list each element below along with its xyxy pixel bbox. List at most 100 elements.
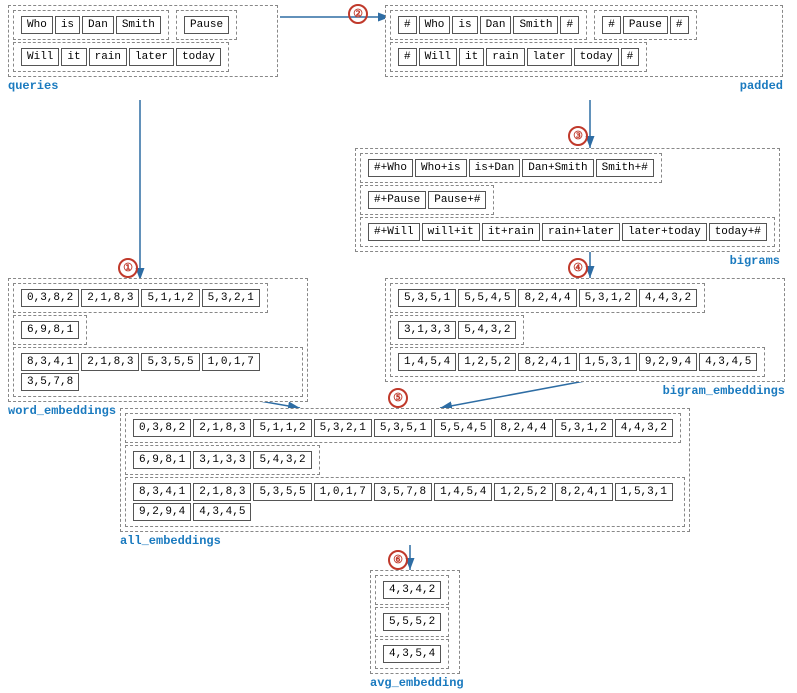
all-embeddings-label: all_embeddings xyxy=(120,534,690,548)
step-3: ③ xyxy=(568,126,588,146)
ae1-token-9: 4,4,3,2 xyxy=(615,419,673,437)
we1-token-3: 5,1,1,2 xyxy=(141,289,199,307)
ae1-token-5: 5,3,5,1 xyxy=(374,419,432,437)
b3-token-4: rain+later xyxy=(542,223,620,241)
p1-token-5: Smith xyxy=(513,16,558,34)
we2-token-1: 6,9,8,1 xyxy=(21,321,79,339)
be3-token-6: 4,3,4,5 xyxy=(699,353,757,371)
we3-token-5: 3,5,7,8 xyxy=(21,373,79,391)
ae1-token-8: 5,3,1,2 xyxy=(555,419,613,437)
we1-token-4: 5,3,2,1 xyxy=(202,289,260,307)
q3-token-1: Will xyxy=(21,48,59,66)
padded-section: # Who is Dan Smith # # Pause # # Will it… xyxy=(385,5,783,93)
b3-token-2: will+it xyxy=(422,223,480,241)
b2-token-2: Pause+# xyxy=(428,191,486,209)
queries-label: queries xyxy=(8,79,278,93)
q2-token-1: Pause xyxy=(184,16,229,34)
step-6: ⑥ xyxy=(388,550,408,570)
ae3-token-8: 8,2,4,1 xyxy=(555,483,613,501)
q1-token-2: is xyxy=(55,16,80,34)
we1-token-2: 2,1,8,3 xyxy=(81,289,139,307)
ae2-token-1: 6,9,8,1 xyxy=(133,451,191,469)
be3-token-5: 9,2,9,4 xyxy=(639,353,697,371)
we3-token-4: 1,0,1,7 xyxy=(202,353,260,371)
p1-token-1: # xyxy=(398,16,417,34)
q1-token-1: Who xyxy=(21,16,53,34)
ae1-token-7: 8,2,4,4 xyxy=(494,419,552,437)
step-1: ① xyxy=(118,258,138,278)
ae1-token-4: 5,3,2,1 xyxy=(314,419,372,437)
q3-token-2: it xyxy=(61,48,86,66)
ae1-token-3: 5,1,1,2 xyxy=(253,419,311,437)
q3-token-5: today xyxy=(176,48,221,66)
be2-token-2: 5,4,3,2 xyxy=(458,321,516,339)
be3-token-3: 8,2,4,1 xyxy=(518,353,576,371)
ae2-token-3: 5,4,3,2 xyxy=(253,451,311,469)
ae3-token-4: 1,0,1,7 xyxy=(314,483,372,501)
avg3-token-1: 4,3,5,4 xyxy=(383,645,441,663)
be3-token-4: 1,5,3,1 xyxy=(579,353,637,371)
q3-token-4: later xyxy=(129,48,174,66)
bigram-embeddings-section: 5,3,5,1 5,5,4,5 8,2,4,4 5,3,1,2 4,4,3,2 … xyxy=(385,278,785,398)
be1-token-1: 5,3,5,1 xyxy=(398,289,456,307)
bigrams-label: bigrams xyxy=(355,254,780,268)
step-2: ② xyxy=(348,4,368,24)
ae3-token-3: 5,3,5,5 xyxy=(253,483,311,501)
padded-label: padded xyxy=(385,79,783,93)
p3-token-2: Will xyxy=(419,48,457,66)
b1-token-4: Dan+Smith xyxy=(522,159,593,177)
b1-token-3: is+Dan xyxy=(469,159,521,177)
q3-token-3: rain xyxy=(89,48,127,66)
ae3-token-7: 1,2,5,2 xyxy=(494,483,552,501)
ae1-token-6: 5,5,4,5 xyxy=(434,419,492,437)
p2-token-3: # xyxy=(670,16,689,34)
ae3-token-6: 1,4,5,4 xyxy=(434,483,492,501)
p3-token-5: later xyxy=(527,48,572,66)
ae3-token-11: 4,3,4,5 xyxy=(193,503,251,521)
b1-token-5: Smith+# xyxy=(596,159,654,177)
avg1-token-1: 4,3,4,2 xyxy=(383,581,441,599)
bigram-embeddings-label: bigram_embeddings xyxy=(385,384,785,398)
ae3-token-1: 8,3,4,1 xyxy=(133,483,191,501)
p3-token-7: # xyxy=(621,48,640,66)
p3-token-6: today xyxy=(574,48,619,66)
ae3-token-5: 3,5,7,8 xyxy=(374,483,432,501)
avg-embedding-section: 4,3,4,2 5,5,5,2 4,3,5,4 avg_embedding xyxy=(370,570,464,690)
p1-token-4: Dan xyxy=(480,16,512,34)
ae3-token-9: 1,5,3,1 xyxy=(615,483,673,501)
be1-token-5: 4,4,3,2 xyxy=(639,289,697,307)
we3-token-3: 5,3,5,5 xyxy=(141,353,199,371)
queries-section: Who is Dan Smith Pause Will it rain late… xyxy=(8,5,278,93)
avg-embedding-label: avg_embedding xyxy=(370,676,464,690)
be1-token-3: 8,2,4,4 xyxy=(518,289,576,307)
p2-token-1: # xyxy=(602,16,621,34)
b3-token-1: #+Will xyxy=(368,223,420,241)
b3-token-5: later+today xyxy=(622,223,707,241)
be1-token-2: 5,5,4,5 xyxy=(458,289,516,307)
avg2-token-1: 5,5,5,2 xyxy=(383,613,441,631)
we3-token-2: 2,1,8,3 xyxy=(81,353,139,371)
we3-token-1: 8,3,4,1 xyxy=(21,353,79,371)
b2-token-1: #+Pause xyxy=(368,191,426,209)
b1-token-1: #+Who xyxy=(368,159,413,177)
ae2-token-2: 3,1,3,3 xyxy=(193,451,251,469)
ae3-token-10: 9,2,9,4 xyxy=(133,503,191,521)
b3-token-3: it+rain xyxy=(482,223,540,241)
be1-token-4: 5,3,1,2 xyxy=(579,289,637,307)
all-embeddings-section: 0,3,8,2 2,1,8,3 5,1,1,2 5,3,2,1 5,3,5,1 … xyxy=(120,408,690,548)
we1-token-1: 0,3,8,2 xyxy=(21,289,79,307)
be3-token-1: 1,4,5,4 xyxy=(398,353,456,371)
ae3-token-2: 2,1,8,3 xyxy=(193,483,251,501)
word-embeddings-section: 0,3,8,2 2,1,8,3 5,1,1,2 5,3,2,1 6,9,8,1 … xyxy=(8,278,308,418)
p1-token-3: is xyxy=(452,16,477,34)
be2-token-1: 3,1,3,3 xyxy=(398,321,456,339)
p1-token-6: # xyxy=(560,16,579,34)
ae1-token-2: 2,1,8,3 xyxy=(193,419,251,437)
bigrams-section: #+Who Who+is is+Dan Dan+Smith Smith+# #+… xyxy=(355,148,780,268)
q1-token-3: Dan xyxy=(82,16,114,34)
b3-token-6: today+# xyxy=(709,223,767,241)
b1-token-2: Who+is xyxy=(415,159,467,177)
p2-token-2: Pause xyxy=(623,16,668,34)
p3-token-3: it xyxy=(459,48,484,66)
p3-token-1: # xyxy=(398,48,417,66)
